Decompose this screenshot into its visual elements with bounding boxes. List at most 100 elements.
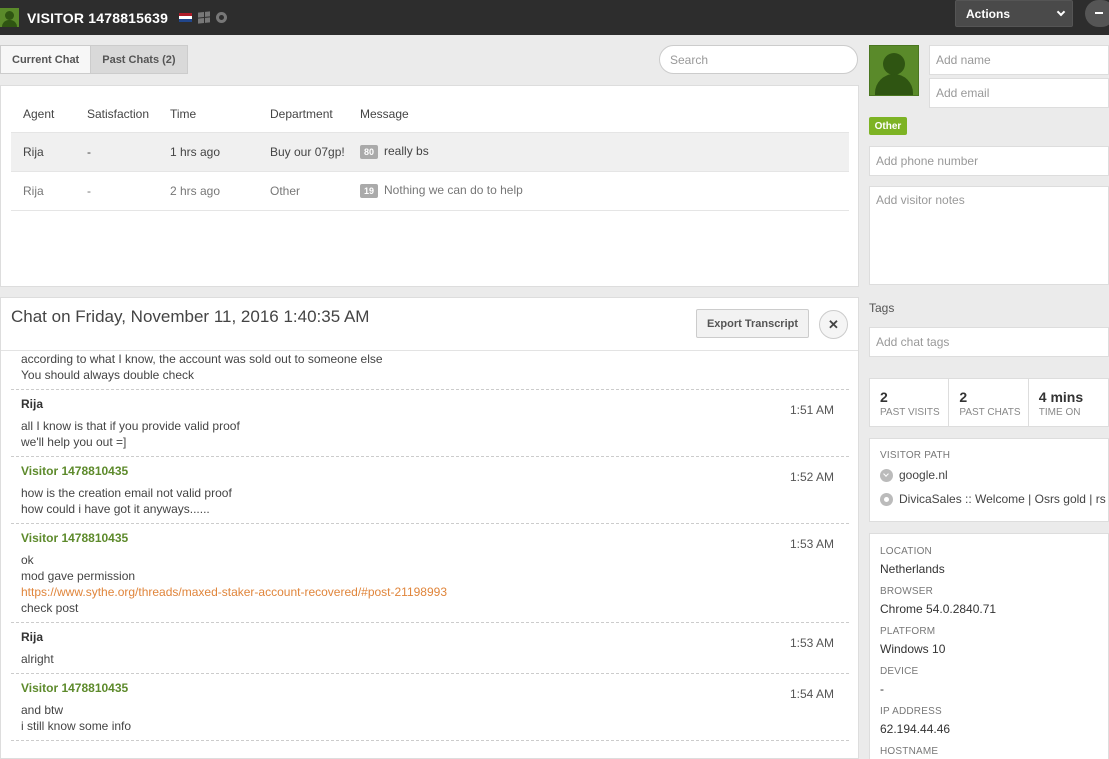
minimize-button[interactable] — [1085, 0, 1109, 27]
visitor-info-panel: LOCATION Netherlands BROWSER Chrome 54.0… — [869, 533, 1109, 759]
chat-transcript-panel: Chat on Friday, November 11, 2016 1:40:3… — [0, 297, 859, 759]
phone-field[interactable]: Add phone number — [869, 146, 1109, 176]
info-label: IP ADDRESS — [880, 706, 942, 717]
message-cell: 80 really bs — [360, 132, 849, 172]
info-value: Netherlands — [880, 562, 945, 576]
message-sender: Rija — [21, 397, 44, 411]
tab-past-chats[interactable]: Past Chats (2) — [91, 45, 188, 74]
visitor-avatar — [869, 45, 919, 96]
message-sender: Rija — [21, 630, 44, 644]
netherlands-flag-icon — [179, 12, 193, 23]
time-cell: 1 hrs ago — [170, 132, 270, 172]
close-icon[interactable]: ✕ — [819, 310, 848, 339]
chat-message: Visitor 1478810435 1:54 AM and btw i sti… — [11, 680, 849, 741]
table-row[interactable]: Rija - 1 hrs ago Buy our 07gp! 80 really … — [11, 132, 849, 172]
info-label: HOSTNAME — [880, 746, 939, 757]
path-item[interactable]: google.nl — [880, 468, 948, 482]
message-sender: Visitor 1478810435 — [21, 681, 129, 695]
message-time: 1:54 AM — [789, 687, 834, 701]
message-line: we'll help you out =] — [21, 435, 127, 449]
visitor-path-panel: VISITOR PATH google.nl DivicaSales :: We… — [869, 438, 1109, 522]
chat-message: Visitor 1478810435 1:53 AM ok mod gave p… — [11, 530, 849, 623]
message-preview: really bs — [384, 144, 429, 159]
message-time: 1:53 AM — [789, 537, 834, 551]
department-cell: Buy our 07gp! — [270, 132, 360, 172]
search-input[interactable]: Search — [659, 45, 858, 74]
top-bar: VISITOR 1478815639 Actions — [0, 0, 1109, 35]
tags-label: Tags — [869, 301, 895, 315]
message-line: alright — [21, 652, 54, 666]
message-line: mod gave permission — [21, 569, 136, 583]
message-time: 1:53 AM — [789, 636, 834, 650]
info-platform: PLATFORM Windows 10 — [880, 626, 945, 656]
column-header: Message — [360, 96, 849, 133]
department-badge[interactable]: Other — [869, 117, 907, 135]
message-line: check post — [21, 601, 79, 615]
message-cell: 19 Nothing we can do to help — [360, 171, 849, 211]
column-header: Time — [170, 96, 270, 133]
stat-label: PAST VISITS — [880, 407, 940, 418]
path-text: DivicaSales :: Welcome | Osrs gold | rs — [899, 492, 1106, 506]
message-line: all I know is that if you provide valid … — [21, 419, 240, 433]
visitor-notes-field[interactable]: Add visitor notes — [869, 186, 1109, 285]
chat-message: Rija 1:51 AM all I know is that if you p… — [11, 396, 849, 457]
stat-past-visits: 2 PAST VISITS — [870, 379, 950, 426]
name-field[interactable]: Add name — [929, 45, 1109, 75]
info-label: PLATFORM — [880, 626, 936, 637]
table-row[interactable]: Rija - 2 hrs ago Other 19 Nothing we can … — [11, 171, 849, 211]
table-header-row: Agent Satisfaction Time Department Messa… — [11, 96, 849, 133]
message-count-badge: 19 — [360, 183, 379, 198]
message-time: 1:51 AM — [789, 403, 834, 417]
message-count-badge: 80 — [360, 144, 379, 159]
stat-label: PAST CHATS — [959, 407, 1021, 418]
transcript-header: Chat on Friday, November 11, 2016 1:40:3… — [1, 298, 858, 351]
message-line: ok — [21, 553, 34, 567]
path-text: google.nl — [899, 468, 948, 482]
info-value: Chrome 54.0.2840.71 — [880, 602, 997, 616]
message-sender: Visitor 1478810435 — [21, 531, 129, 545]
agent-cell: Rija — [11, 132, 87, 172]
chat-tags-field[interactable]: Add chat tags — [869, 327, 1109, 357]
stat-time-on-site: 4 mins TIME ON — [1029, 379, 1108, 426]
agent-cell: Rija — [11, 171, 87, 211]
message-link[interactable]: https://www.sythe.org/threads/maxed-stak… — [21, 584, 839, 600]
time-cell: 2 hrs ago — [170, 171, 270, 211]
message-preview: Nothing we can do to help — [384, 183, 523, 198]
actions-dropdown[interactable]: Actions — [955, 0, 1073, 27]
stat-value: 4 mins — [1038, 389, 1084, 405]
windows-icon — [198, 11, 211, 24]
visitor-title: VISITOR 1478815639 — [27, 9, 169, 26]
message-line: how could i have got it anyways...... — [21, 502, 210, 516]
past-chats-panel: Agent Satisfaction Time Department Messa… — [0, 85, 859, 287]
visitor-path-label: VISITOR PATH — [880, 450, 951, 461]
info-value: - — [880, 682, 884, 696]
message-line: You should always double check — [21, 368, 195, 382]
chat-message: according to what I know, the account wa… — [11, 351, 849, 390]
path-item[interactable]: DivicaSales :: Welcome | Osrs gold | rs — [880, 492, 1106, 506]
chat-message: Rija 1:53 AM alright — [11, 629, 849, 674]
chrome-icon — [216, 12, 228, 23]
message-time: 1:52 AM — [789, 470, 834, 484]
visitor-stats: 2 PAST VISITS 2 PAST CHATS 4 mins TIME O… — [869, 378, 1109, 427]
export-transcript-button[interactable]: Export Transcript — [696, 309, 809, 338]
info-hostname: HOSTNAME — [880, 746, 938, 757]
stat-past-chats: 2 PAST CHATS — [949, 379, 1029, 426]
info-value: 62.194.44.46 — [880, 722, 951, 736]
tab-current-chat[interactable]: Current Chat — [0, 45, 92, 74]
column-header: Department — [270, 96, 360, 133]
chat-message: Visitor 1478810435 1:52 AM how is the cr… — [11, 463, 849, 524]
chat-tabs: Current Chat Past Chats (2) — [0, 45, 188, 74]
message-sender: Visitor 1478810435 — [21, 464, 129, 478]
info-device: DEVICE - — [880, 666, 918, 696]
info-label: DEVICE — [880, 666, 919, 677]
info-label: BROWSER — [880, 586, 934, 597]
message-line: i still know some info — [21, 719, 132, 733]
message-list[interactable]: according to what I know, the account wa… — [11, 351, 849, 741]
info-ip-address: IP ADDRESS 62.194.44.46 — [880, 706, 950, 736]
satisfaction-cell: - — [87, 171, 170, 211]
stat-value: 2 — [959, 389, 968, 405]
stat-value: 2 — [880, 389, 888, 405]
email-field[interactable]: Add email — [929, 78, 1109, 108]
message-line: and btw — [21, 703, 64, 717]
actions-label: Actions — [966, 6, 1011, 21]
